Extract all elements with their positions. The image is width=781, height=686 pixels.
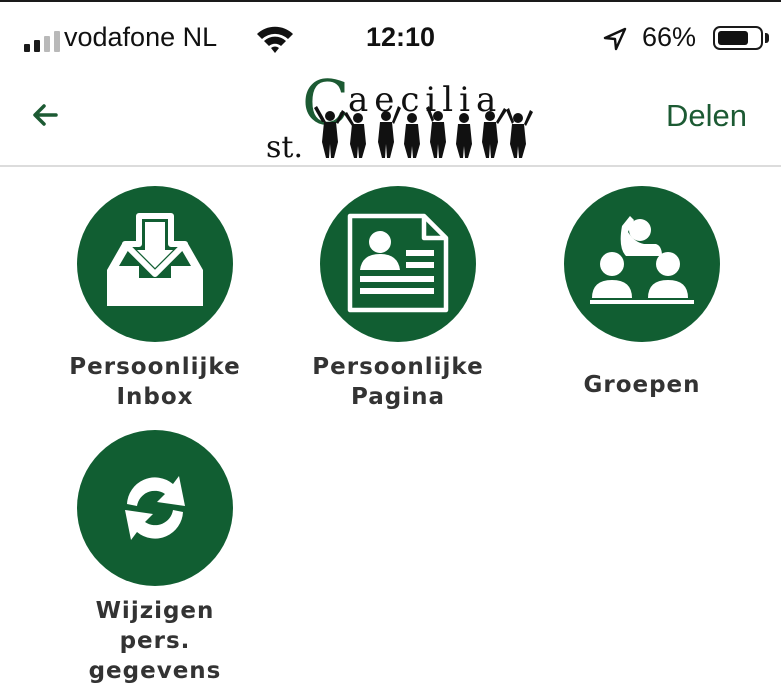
arrow-left-icon (33, 104, 58, 126)
tile-circle (320, 186, 476, 342)
location-arrow-icon (602, 26, 628, 56)
profile-page-icon (347, 213, 449, 313)
tile-groups[interactable]: Groepen (542, 186, 742, 400)
battery-percent: 66% (642, 22, 697, 52)
tile-circle (77, 430, 233, 586)
tile-edit-personal-data[interactable]: Wijzigen pers. gegevens (55, 430, 255, 686)
logo-prefix: st. (266, 130, 303, 165)
tile-personal-inbox[interactable]: Persoonlijke Inbox (55, 186, 255, 412)
clock: 12:10 (366, 22, 436, 52)
back-button[interactable] (30, 100, 60, 134)
tile-label: Persoonlijke Inbox (69, 354, 241, 410)
inbox-download-icon (107, 213, 203, 306)
caecilia-logo: st. C aecilia (262, 66, 542, 165)
carrier-name: vodafone NL (64, 22, 218, 52)
tile-label: Persoonlijke Pagina (312, 354, 484, 410)
share-button[interactable]: Delen (666, 98, 747, 134)
wifi-icon (255, 24, 295, 58)
battery-icon (713, 26, 763, 50)
status-bar-top-line (0, 0, 781, 2)
tile-label: Wijzigen pers. gegevens (88, 598, 222, 684)
refresh-icon (125, 476, 185, 540)
logo-people-silhouettes (314, 106, 533, 158)
tile-label: Groepen (583, 372, 701, 398)
battery-tip (765, 33, 769, 43)
status-bar: vodafone NL 12:10 66% (0, 0, 781, 70)
signal-icon (24, 30, 60, 52)
group-icon (590, 216, 694, 304)
tile-circle (564, 186, 720, 342)
nav-bar: st. C aecilia Delen (0, 66, 781, 167)
tile-personal-page[interactable]: Persoonlijke Pagina (298, 186, 498, 412)
tile-circle (77, 186, 233, 342)
